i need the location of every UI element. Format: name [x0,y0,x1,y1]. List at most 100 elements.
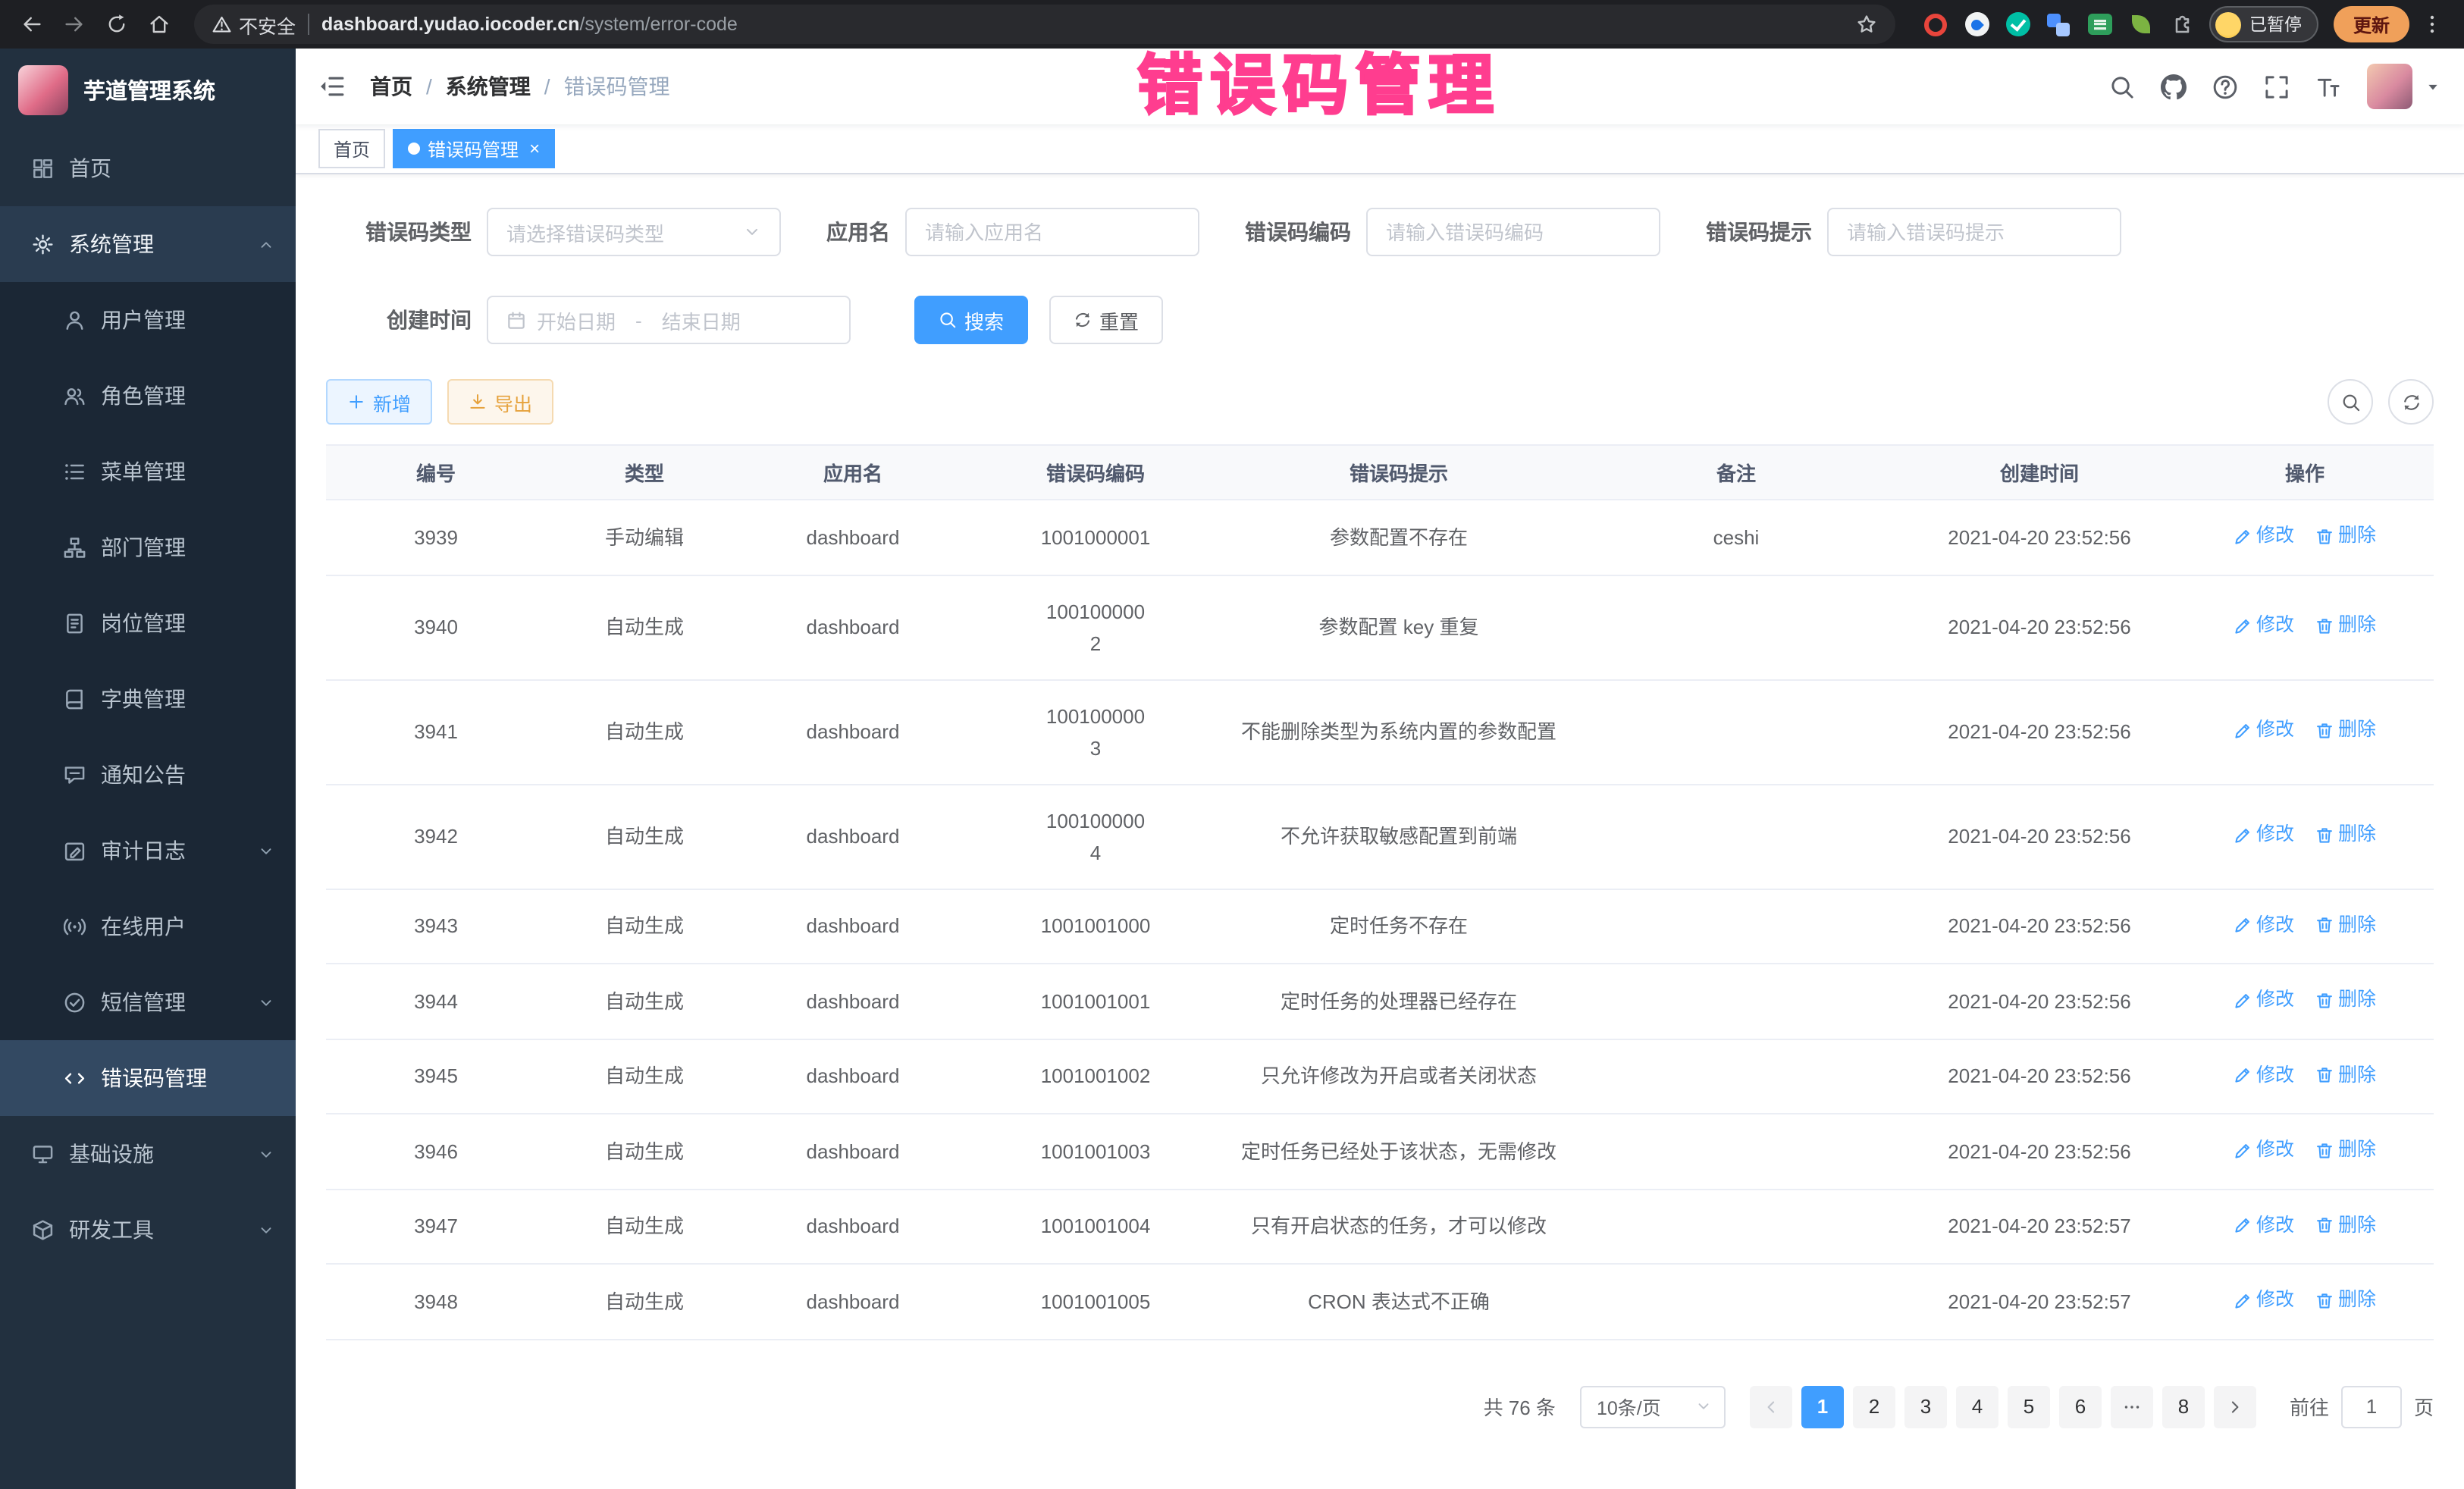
pager-page-8[interactable]: 8 [2162,1385,2205,1428]
refresh-table-button[interactable] [2388,379,2434,425]
blue-grid-extension-icon[interactable] [2046,11,2072,37]
delete-link[interactable]: 删除 [2315,820,2376,851]
edit-link[interactable]: 修改 [2234,715,2294,747]
help-icon[interactable] [2212,74,2238,99]
cell-app: dashboard [743,500,963,575]
delete-link[interactable]: 删除 [2315,1134,2376,1166]
cell-code: 1001001000 [963,889,1228,964]
puzzle-extensions-icon[interactable] [2169,11,2195,37]
pager-page-2[interactable]: 2 [1853,1385,1895,1428]
breadcrumb-item[interactable]: 首页 [370,71,412,102]
delete-link[interactable]: 删除 [2315,1209,2376,1241]
profile-paused-badge[interactable]: 已暂停 [2210,6,2318,42]
cell-actions: 修改删除 [2176,679,2434,784]
goto-page-input[interactable] [2341,1385,2402,1428]
blue-drop-extension-icon[interactable] [1964,11,1990,37]
delete-link[interactable]: 删除 [2315,1059,2376,1091]
pager-page-1[interactable]: 1 [1801,1385,1844,1428]
close-icon[interactable]: × [529,139,540,158]
sidebar-item-menu-management[interactable]: 菜单管理 [0,434,296,509]
edit-link[interactable]: 修改 [2234,610,2294,642]
pager-page-3[interactable]: 3 [1904,1385,1947,1428]
breadcrumb-item[interactable]: 系统管理 [446,71,531,102]
reset-button[interactable]: 重置 [1049,296,1163,344]
app-logo[interactable]: 芋道管理系统 [0,49,296,130]
sidebar-item-dept-management[interactable]: 部门管理 [0,509,296,585]
sidebar-item-home[interactable]: 首页 [0,130,296,206]
red-circle-extension-icon[interactable] [1923,11,1949,37]
sidebar-item-label: 角色管理 [101,381,186,411]
edit-link[interactable]: 修改 [2234,1059,2294,1091]
sidebar-item-role-management[interactable]: 角色管理 [0,358,296,434]
delete-link[interactable]: 删除 [2315,715,2376,747]
add-button[interactable]: 新增 [326,379,432,425]
breadcrumb: 首页/系统管理/错误码管理 [370,71,670,102]
delete-link[interactable]: 删除 [2315,610,2376,642]
active-dot [408,143,420,155]
bookmark-star-icon[interactable] [1857,14,1878,35]
sidebar-item-infrastructure[interactable]: 基础设施 [0,1116,296,1192]
edit-link[interactable]: 修改 [2234,1284,2294,1316]
pager-prev-button[interactable] [1750,1385,1792,1428]
edit-link[interactable]: 修改 [2234,820,2294,851]
sidebar-item-dev-tools[interactable]: 研发工具 [0,1192,296,1268]
reload-button[interactable] [97,5,136,44]
badge-icon [64,613,86,635]
pager-next-button[interactable] [2214,1385,2256,1428]
edit-link[interactable]: 修改 [2234,1134,2294,1166]
export-button[interactable]: 导出 [447,379,553,425]
error-hint-input[interactable] [1827,208,2121,256]
page-size-select[interactable]: 10条/页 [1580,1385,1726,1428]
pager-more-button[interactable] [2111,1385,2153,1428]
sidebar-item-audit-log[interactable]: 审计日志 [0,813,296,889]
back-button[interactable] [12,5,52,44]
delete-link[interactable]: 删除 [2315,984,2376,1016]
create-time-label: 创建时间 [326,305,472,335]
address-bar[interactable]: 不安全 dashboard.yudao.iocoder.cn/system/er… [194,5,1896,44]
pager-page-5[interactable]: 5 [2008,1385,2050,1428]
fullscreen-icon[interactable] [2264,74,2290,99]
error-code-input[interactable] [1366,208,1660,256]
sidebar-item-system-management[interactable]: 系统管理 [0,206,296,282]
browser-home-button[interactable] [140,5,179,44]
sidebar-item-sms-management[interactable]: 短信管理 [0,964,296,1040]
delete-link[interactable]: 删除 [2315,1284,2376,1316]
table-row: 3939手动编辑dashboard1001000001参数配置不存在ceshi2… [326,500,2434,575]
toggle-search-button[interactable] [2328,379,2373,425]
search-icon[interactable] [2109,74,2135,99]
tag-item[interactable]: 首页 [318,129,385,168]
edit-link[interactable]: 修改 [2234,909,2294,941]
search-button[interactable]: 搜索 [914,296,1028,344]
font-size-icon[interactable] [2315,74,2341,99]
breadcrumb-separator: / [544,74,550,99]
github-icon[interactable] [2161,74,2187,99]
sidebar-fold-icon[interactable] [318,73,346,100]
sidebar-item-user-management[interactable]: 用户管理 [0,282,296,358]
sidebar-item-notice-management[interactable]: 通知公告 [0,737,296,813]
tag-item[interactable]: 错误码管理× [393,129,555,168]
browser-menu-icon[interactable] [2412,5,2452,44]
edit-link[interactable]: 修改 [2234,1209,2294,1241]
browser-update-button[interactable]: 更新 [2334,6,2409,42]
sidebar-item-post-management[interactable]: 岗位管理 [0,585,296,661]
sidebar-item-dict-management[interactable]: 字典管理 [0,661,296,737]
delete-link[interactable]: 删除 [2315,520,2376,552]
edit-link[interactable]: 修改 [2234,520,2294,552]
date-range-picker[interactable]: 开始日期 - 结束日期 [487,296,851,344]
forward-button[interactable] [55,5,94,44]
edit-link[interactable]: 修改 [2234,984,2294,1016]
user-avatar[interactable] [2367,64,2412,109]
sidebar-item-error-code-management[interactable]: 错误码管理 [0,1040,296,1116]
cell-remark [1569,1114,1903,1189]
app-name-input[interactable] [905,208,1199,256]
teal-check-extension-icon[interactable] [2005,11,2031,37]
leaf-extension-icon[interactable] [2128,11,2154,37]
delete-link[interactable]: 删除 [2315,909,2376,941]
error-type-select[interactable]: 请选择错误码类型 [487,208,781,256]
caret-down-icon[interactable] [2425,78,2441,95]
tag-label: 首页 [334,136,370,161]
pager-page-6[interactable]: 6 [2059,1385,2102,1428]
pager-page-4[interactable]: 4 [1956,1385,1998,1428]
green-list-extension-icon[interactable] [2087,11,2113,37]
sidebar-item-online-user[interactable]: 在线用户 [0,889,296,964]
